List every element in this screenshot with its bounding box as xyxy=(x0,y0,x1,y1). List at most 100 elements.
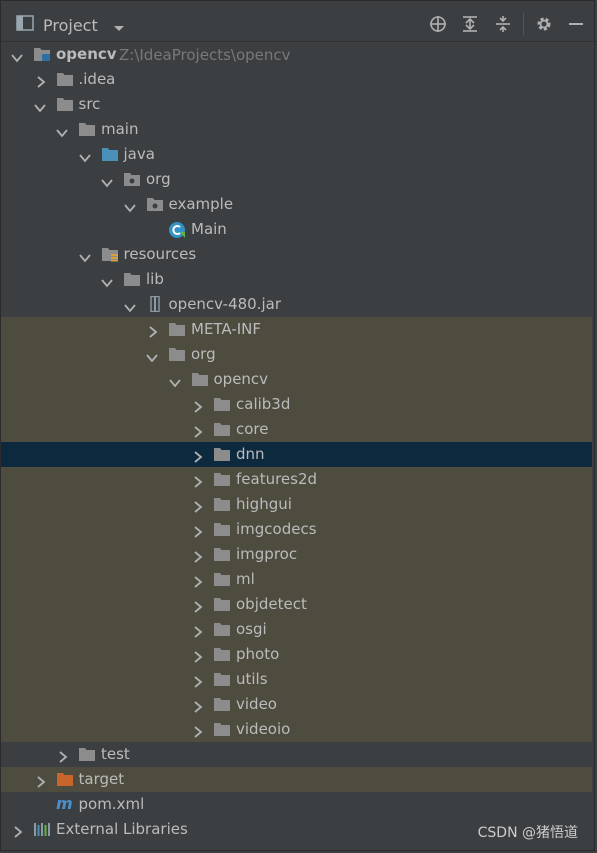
chevron-down-icon[interactable] xyxy=(33,99,46,113)
project-view-title[interactable]: Project xyxy=(43,16,98,35)
tree-node-main[interactable]: main xyxy=(1,117,592,142)
chevron-down-icon[interactable] xyxy=(56,124,68,138)
tree-node-opencv-480-jar[interactable]: opencv-480.jar xyxy=(1,292,592,317)
tree-node-features2d[interactable]: features2d xyxy=(1,467,592,492)
chevron-down-icon[interactable] xyxy=(123,299,136,313)
module-path: Z:\IdeaProjects\opencv xyxy=(119,46,291,64)
tree-node-label: pom.xml xyxy=(78,795,145,813)
tree-node-label: src xyxy=(78,95,101,113)
package-icon xyxy=(123,171,141,187)
locate-icon[interactable] xyxy=(429,15,447,33)
hide-icon[interactable] xyxy=(567,15,585,33)
project-window-icon xyxy=(16,15,34,35)
tree-node-target[interactable]: target xyxy=(1,767,592,792)
tree-node-objdetect[interactable]: objdetect xyxy=(1,592,592,617)
tree-node-opencv[interactable]: opencv Z:\IdeaProjects\opencv xyxy=(1,42,592,67)
tree-node-imgproc[interactable]: imgproc xyxy=(1,542,592,567)
chevron-down-icon[interactable] xyxy=(123,199,136,213)
gear-icon[interactable] xyxy=(535,15,553,33)
chevron-right-icon[interactable] xyxy=(193,574,203,588)
tree-node-org[interactable]: org xyxy=(1,342,592,367)
tree-node-label: objdetect xyxy=(236,595,307,613)
tree-node-label: features2d xyxy=(236,470,318,488)
chevron-right-icon[interactable] xyxy=(13,824,23,838)
tree-node-label: .idea xyxy=(78,70,116,88)
tree-node-label: test xyxy=(101,745,130,763)
folder-icon xyxy=(213,671,231,687)
folder-icon xyxy=(213,546,231,562)
folder-icon xyxy=(213,496,231,512)
tree-node-osgi[interactable]: osgi xyxy=(1,617,592,642)
tree-node-label: photo xyxy=(236,645,280,663)
tree-node-label: opencv-480.jar xyxy=(168,295,282,313)
chevron-right-icon[interactable] xyxy=(36,774,46,788)
chevron-down-icon[interactable] xyxy=(78,249,91,263)
expand-all-icon[interactable] xyxy=(461,15,479,33)
tree-node-label: java xyxy=(123,145,155,163)
folder-icon xyxy=(78,746,96,762)
watermark: CSDN @猪悟道 xyxy=(477,825,578,841)
tree-node-label: utils xyxy=(236,670,268,688)
collapse-all-icon[interactable] xyxy=(494,15,512,33)
tree-node-utils[interactable]: utils xyxy=(1,667,592,692)
tree-node-java[interactable]: java xyxy=(1,142,592,167)
tree-node-highgui[interactable]: highgui xyxy=(1,492,592,517)
folder-icon xyxy=(213,471,231,487)
tree-node-test[interactable]: test xyxy=(1,742,592,767)
chevron-right-icon[interactable] xyxy=(148,324,158,338)
chevron-right-icon[interactable] xyxy=(193,424,203,438)
chevron-right-icon[interactable] xyxy=(193,524,203,538)
tree-node-label: Main xyxy=(191,220,227,238)
chevron-down-icon[interactable] xyxy=(101,274,113,288)
tree-node-ml[interactable]: ml xyxy=(1,567,592,592)
tree-node-label: osgi xyxy=(236,620,267,638)
tree-node-example[interactable]: example xyxy=(1,192,592,217)
chevron-down-icon[interactable] xyxy=(78,149,91,163)
tree-node-pom-xml[interactable]: m pom.xml xyxy=(1,792,592,817)
chevron-down-icon[interactable] xyxy=(146,349,158,363)
chevron-right-icon[interactable] xyxy=(193,399,203,413)
tree-node-lib[interactable]: lib xyxy=(1,267,592,292)
chevron-down-icon[interactable] xyxy=(168,374,181,388)
tree-node-dnn[interactable]: dnn xyxy=(1,442,592,467)
tree-node-opencv[interactable]: opencv xyxy=(1,367,592,392)
tool-window-header: Project xyxy=(1,1,597,42)
folder-icon xyxy=(168,321,186,337)
tree-node-src[interactable]: src xyxy=(1,92,592,117)
tree-node-main[interactable]: Main xyxy=(1,217,592,242)
source-folder-icon xyxy=(101,146,119,162)
tree-node-org[interactable]: org xyxy=(1,167,592,192)
chevron-right-icon[interactable] xyxy=(58,749,68,763)
chevron-right-icon[interactable] xyxy=(193,474,203,488)
chevron-right-icon[interactable] xyxy=(193,499,203,513)
tree-node-meta-inf[interactable]: META-INF xyxy=(1,317,592,342)
project-tool-window: Project opencv Z:\IdeaProjects\opencv .i… xyxy=(0,0,597,851)
chevron-right-icon[interactable] xyxy=(193,699,203,713)
dropdown-icon[interactable] xyxy=(113,19,125,37)
tree-node-idea[interactable]: .idea xyxy=(1,67,592,92)
folder-icon xyxy=(78,121,96,137)
tree-node-label: org xyxy=(191,345,216,363)
chevron-right-icon[interactable] xyxy=(193,624,203,638)
maven-icon: m xyxy=(56,794,74,813)
chevron-right-icon[interactable] xyxy=(193,724,203,738)
tree-node-imgcodecs[interactable]: imgcodecs xyxy=(1,517,592,542)
tree-node-photo[interactable]: photo xyxy=(1,642,592,667)
tree-node-label: core xyxy=(236,420,269,438)
tree-node-video[interactable]: video xyxy=(1,692,592,717)
java-class-icon xyxy=(168,221,186,238)
chevron-down-icon[interactable] xyxy=(101,174,113,188)
chevron-down-icon[interactable] xyxy=(11,49,23,63)
chevron-right-icon[interactable] xyxy=(36,74,46,88)
chevron-right-icon[interactable] xyxy=(193,549,203,563)
chevron-right-icon[interactable] xyxy=(193,449,203,463)
chevron-right-icon[interactable] xyxy=(193,599,203,613)
tree-node-resources[interactable]: resources xyxy=(1,242,592,267)
tree-node-videoio[interactable]: videoio xyxy=(1,717,592,742)
tree-node-core[interactable]: core xyxy=(1,417,592,442)
chevron-right-icon[interactable] xyxy=(193,674,203,688)
folder-icon xyxy=(213,696,231,712)
tree-node-calib3d[interactable]: calib3d xyxy=(1,392,592,417)
tree-node-label: imgproc xyxy=(236,545,298,563)
chevron-right-icon[interactable] xyxy=(193,649,203,663)
